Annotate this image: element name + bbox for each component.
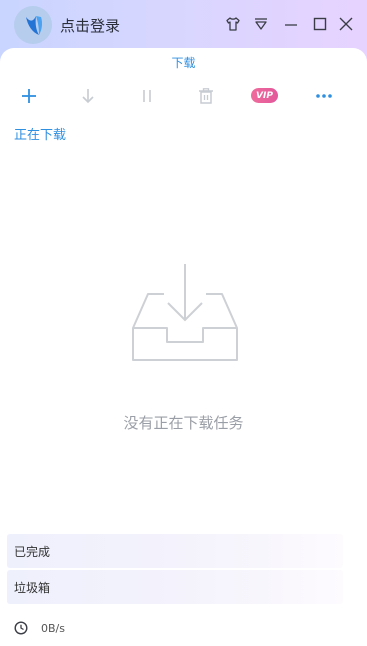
clock-icon bbox=[14, 621, 28, 635]
add-icon bbox=[22, 89, 36, 103]
downloading-section-title[interactable]: 正在下载 bbox=[14, 124, 66, 143]
add-task-button[interactable] bbox=[16, 84, 42, 108]
tab-download[interactable]: 下载 bbox=[0, 54, 367, 71]
empty-state-message: 没有正在下载任务 bbox=[123, 414, 244, 432]
tshirt-icon bbox=[226, 17, 240, 31]
status-bar: 0B/s bbox=[14, 620, 65, 636]
download-tray-icon bbox=[132, 264, 238, 361]
pause-button[interactable] bbox=[134, 84, 160, 108]
sidebar-item-label: 已完成 bbox=[14, 544, 51, 559]
trash-icon bbox=[199, 88, 213, 104]
close-button[interactable] bbox=[335, 13, 357, 35]
vip-button[interactable]: VIP bbox=[251, 88, 278, 103]
avatar[interactable] bbox=[14, 6, 52, 44]
minimize-icon bbox=[285, 24, 297, 26]
bird-logo-icon bbox=[14, 6, 52, 44]
pause-icon bbox=[143, 90, 151, 102]
maximize-button[interactable] bbox=[309, 13, 331, 35]
sidebar-item-trash[interactable]: 垃圾箱 bbox=[7, 570, 343, 604]
download-icon bbox=[82, 89, 94, 104]
maximize-icon bbox=[313, 17, 327, 31]
dropdown-menu-icon bbox=[255, 18, 267, 30]
menu-button[interactable] bbox=[250, 13, 272, 35]
download-speed: 0B/s bbox=[41, 621, 65, 635]
close-icon bbox=[339, 17, 353, 31]
more-icon bbox=[316, 94, 332, 98]
sidebar-item-completed[interactable]: 已完成 bbox=[7, 534, 343, 568]
minimize-button[interactable] bbox=[280, 13, 302, 35]
more-button[interactable] bbox=[311, 84, 337, 108]
login-label[interactable]: 点击登录 bbox=[60, 15, 120, 36]
delete-button[interactable] bbox=[193, 84, 219, 108]
sidebar-item-label: 垃圾箱 bbox=[14, 580, 51, 595]
skin-button[interactable] bbox=[222, 13, 244, 35]
start-download-button[interactable] bbox=[75, 84, 101, 108]
